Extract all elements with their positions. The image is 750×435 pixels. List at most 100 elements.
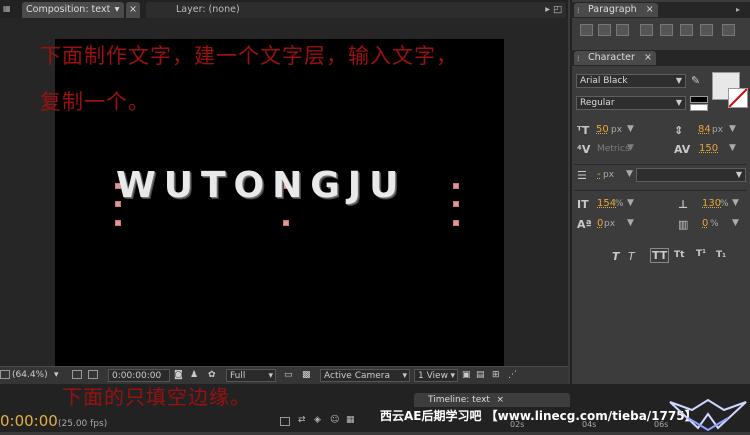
vertical-scale-value[interactable]: 154 (597, 198, 616, 209)
horizontal-scale-icon: ⊥ (678, 198, 689, 211)
region-of-interest-icon[interactable]: ▭ (284, 369, 293, 382)
tsume-value[interactable]: 0 (702, 218, 708, 229)
comp-mini-flowchart-icon[interactable] (280, 417, 290, 426)
grid-icon[interactable]: ▾ (54, 369, 59, 382)
justify-all-button[interactable] (700, 24, 713, 36)
timeline-link-icon[interactable]: ⊞ (492, 369, 500, 382)
tutorial-note-1: 下面制作文字，建一个文字层，输入文字， (40, 44, 458, 68)
font-size-unit: px (611, 125, 623, 135)
tab-layer[interactable]: Layer: (none) ▸ ◰ (146, 2, 566, 18)
text-bound-handle[interactable] (453, 201, 459, 207)
text-bound-handle[interactable] (453, 183, 459, 189)
draft-3d-icon[interactable]: ◈ (314, 415, 321, 425)
ruler-tick: 06s (654, 420, 669, 429)
align-center-button[interactable] (598, 24, 611, 36)
frame-blending-icon[interactable]: ▦ (346, 415, 355, 425)
all-caps-button[interactable]: TT (650, 248, 670, 263)
horizontal-scale-value[interactable]: 130 (702, 198, 721, 209)
white-color-swatch[interactable] (690, 104, 708, 111)
faux-bold-button[interactable]: T (612, 250, 620, 263)
align-right-button[interactable] (616, 24, 629, 36)
chevron-down-icon[interactable]: ▼ (729, 143, 736, 153)
tab-close-button[interactable]: × (126, 2, 140, 18)
stroke-width-value[interactable]: - (597, 169, 601, 180)
horizontal-scale-unit: % (720, 199, 729, 209)
subscript-button[interactable]: T₁ (716, 250, 726, 260)
kerning-value[interactable]: Metrics (597, 144, 630, 154)
black-color-swatch[interactable] (690, 96, 708, 103)
faux-italic-button[interactable]: T (628, 250, 635, 263)
tab-layer-label: Layer: (none) (176, 4, 240, 15)
justify-left-button[interactable] (640, 24, 653, 36)
tracking-icon: AV (674, 143, 691, 156)
resolution-value: Full (230, 371, 246, 381)
chevron-down-icon: ▼ (675, 76, 682, 85)
panel-grip-icon[interactable]: ⁞ (577, 54, 580, 63)
tutorial-note-2: 复制一个。 (40, 90, 150, 114)
close-icon[interactable]: × (646, 4, 654, 15)
panel-grip-icon[interactable]: ⁞ (577, 6, 580, 15)
chevron-down-icon: ▾ (268, 371, 273, 381)
tab-composition[interactable]: Composition: text (22, 2, 115, 18)
chevron-down-icon[interactable]: ▼ (627, 198, 634, 208)
comp-text-layer[interactable]: WUTONGJU (116, 165, 406, 206)
tab-timeline[interactable]: Timeline: text × (414, 393, 570, 407)
zoom-level[interactable]: (64.4%) (12, 369, 48, 382)
leading-unit: px (712, 125, 724, 135)
eyedropper-icon[interactable]: ✎ (691, 74, 700, 87)
frame-rate: (25.00 fps) (58, 419, 108, 429)
chevron-down-icon[interactable]: ▼ (627, 124, 634, 134)
text-bound-handle[interactable] (283, 220, 289, 226)
justify-right-button[interactable] (680, 24, 693, 36)
live-update-icon[interactable]: ⇄ (298, 415, 306, 425)
tab-paragraph[interactable]: Paragraph × (574, 3, 658, 17)
tsume-icon: ▥ (678, 218, 689, 231)
stroke-style-select[interactable]: ▼ (636, 168, 746, 182)
vertical-scale-icon: IT (577, 198, 589, 211)
font-size-value[interactable]: 50 (596, 124, 609, 135)
tab-menu-button[interactable]: ▾ (110, 2, 124, 18)
align-left-button[interactable] (580, 24, 593, 36)
panel-grip-icon[interactable]: ▦ (3, 4, 11, 13)
panel-menu-icon[interactable]: ▸ (545, 2, 550, 18)
text-bound-handle[interactable] (453, 220, 459, 226)
timeline-switches: ⇄ ◈ ☺ ▦ (278, 414, 374, 430)
timeline-timecode[interactable]: 0:00:00 (0, 412, 58, 430)
panel-menu-icon[interactable]: ▸ (736, 5, 740, 14)
text-bound-handle[interactable] (115, 220, 121, 226)
baseline-shift-value[interactable]: 0 (597, 218, 603, 229)
tracking-value[interactable]: 150 (699, 143, 718, 154)
comp-tab-bar: ▦ Composition: text ▾ × Layer: (none) ▸ … (0, 0, 568, 18)
tab-timeline-label: Timeline: text (428, 395, 490, 405)
font-family-select[interactable]: Arial Black ▼ (576, 74, 686, 88)
chevron-down-icon[interactable]: ▼ (732, 198, 739, 208)
view-layout-select[interactable]: 1 View ▾ (414, 369, 458, 382)
safe-zones-icon[interactable] (0, 369, 10, 382)
toggle-pixel-aspect-icon[interactable]: ▣ (462, 369, 471, 382)
flowchart-icon[interactable]: ⋰ (508, 369, 517, 382)
kerning-icon: ⁴V (577, 143, 591, 156)
chevron-down-icon[interactable]: ▼ (729, 124, 736, 134)
chevron-down-icon[interactable]: ▼ (627, 143, 634, 153)
logo-icon (668, 398, 750, 432)
justify-center-button[interactable] (660, 24, 673, 36)
ruler-tick: 02s (510, 420, 525, 429)
expand-icon[interactable]: ◰ (553, 2, 562, 18)
close-icon[interactable]: × (644, 52, 652, 63)
hide-shy-icon[interactable]: ☺ (330, 415, 339, 425)
leading-value[interactable]: 84 (698, 124, 711, 135)
fast-previews-icon[interactable]: ▤ (476, 369, 485, 382)
font-style-select[interactable]: Regular ▼ (576, 96, 686, 110)
superscript-button[interactable]: T¹ (696, 249, 706, 259)
transparency-grid-icon[interactable]: ▩ (302, 369, 311, 382)
chevron-down-icon[interactable]: ▼ (627, 218, 634, 228)
chevron-down-icon: ▾ (114, 4, 120, 15)
close-icon[interactable]: × (496, 393, 504, 407)
small-caps-button[interactable]: Tt (674, 250, 684, 260)
camera-select[interactable]: Active Camera ▾ (320, 369, 410, 382)
stroke-color-swatch[interactable] (728, 88, 748, 108)
justify-full-button[interactable] (722, 24, 735, 36)
tab-character[interactable]: Character × (574, 51, 656, 65)
chevron-down-icon[interactable]: ▼ (732, 218, 739, 228)
chevron-down-icon[interactable]: ▼ (626, 169, 633, 179)
